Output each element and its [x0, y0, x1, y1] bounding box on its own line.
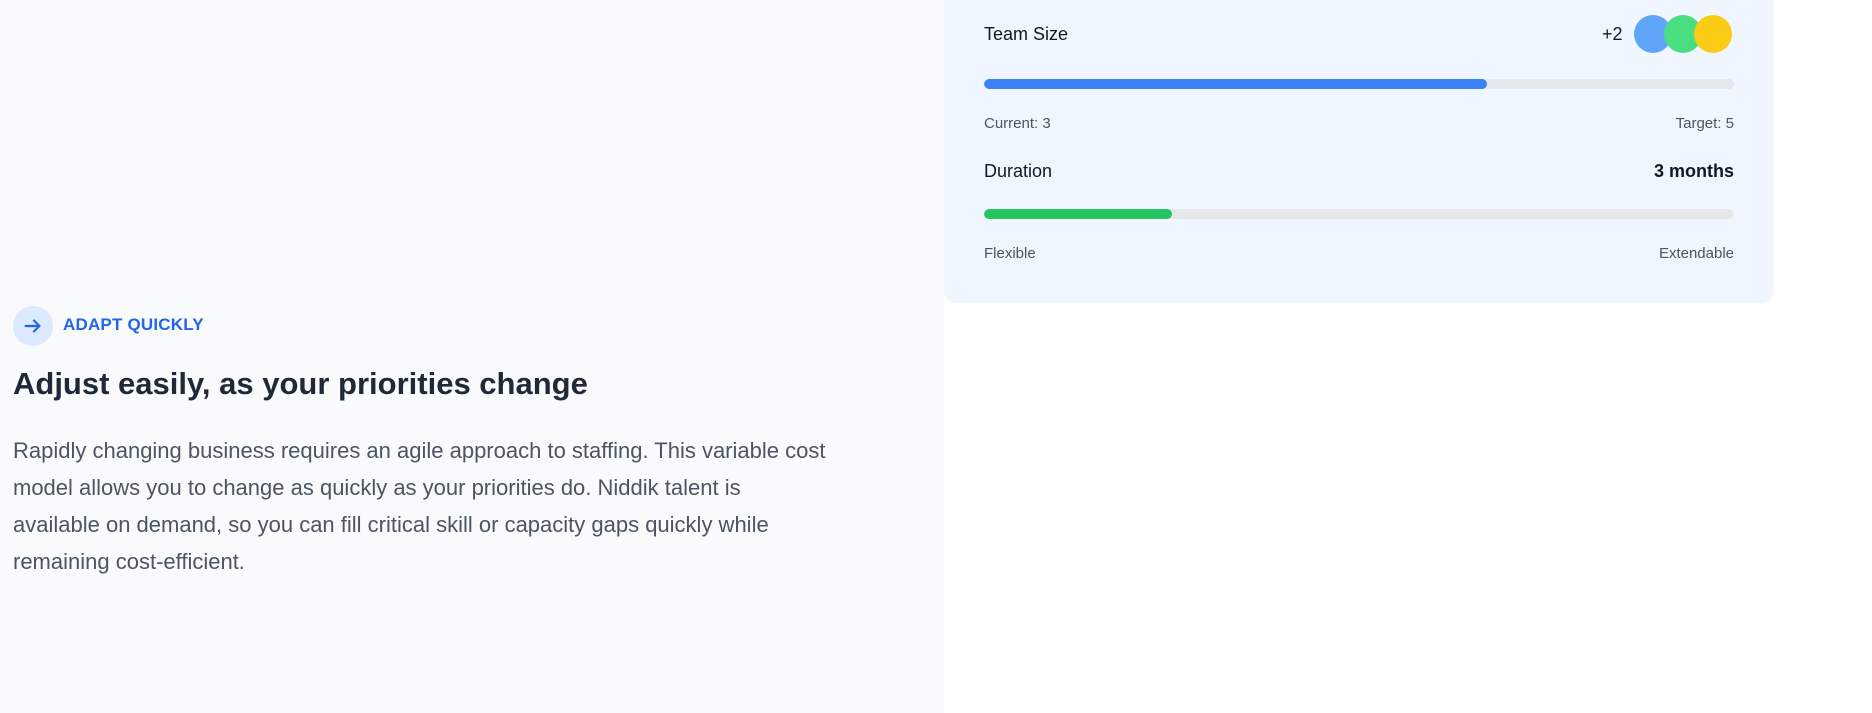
avatar	[1694, 15, 1732, 53]
body-line: remaining cost-efficient.	[13, 549, 245, 574]
duration-value: 3 months	[1653, 161, 1734, 181]
duration-extendable-caption: Extendable	[1658, 245, 1734, 262]
arrow-right-icon	[13, 306, 53, 346]
team-size-current-caption: Current: 3	[984, 115, 1051, 132]
team-size-target-caption: Target: 5	[1675, 115, 1734, 132]
duration-label: Duration	[984, 161, 1053, 181]
duration-progress-fill	[984, 209, 1172, 219]
body-line: Rapidly changing business requires an ag…	[13, 438, 826, 463]
extra-members-count: +2	[1602, 24, 1623, 44]
duration-flexible-caption: Flexible	[984, 245, 1036, 262]
body-line: model allows you to change as quickly as…	[13, 475, 741, 500]
team-size-label: Team Size	[984, 24, 1069, 44]
team-size-progress-track	[984, 79, 1734, 89]
section-heading: Adjust easily, as your priorities change	[13, 366, 588, 401]
duration-progress-track	[984, 209, 1734, 219]
team-size-progress-fill	[984, 79, 1487, 89]
team-metrics-card: Team Size +2 Current: 3 Target: 5 Durati…	[944, 0, 1774, 303]
body-line: available on demand, so you can fill cri…	[13, 512, 769, 537]
section-eyebrow: ADAPT QUICKLY	[63, 315, 204, 334]
section-body: Rapidly changing business requires an ag…	[13, 432, 913, 580]
